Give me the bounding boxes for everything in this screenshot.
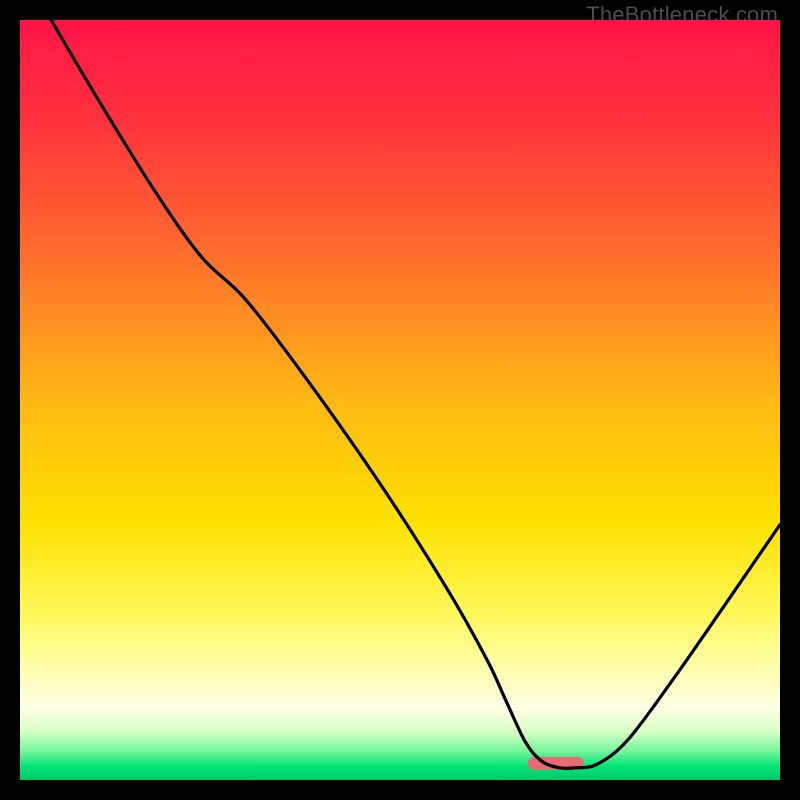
chart-frame bbox=[20, 20, 780, 780]
bottleneck-chart bbox=[20, 20, 780, 780]
gradient-background bbox=[20, 20, 780, 780]
